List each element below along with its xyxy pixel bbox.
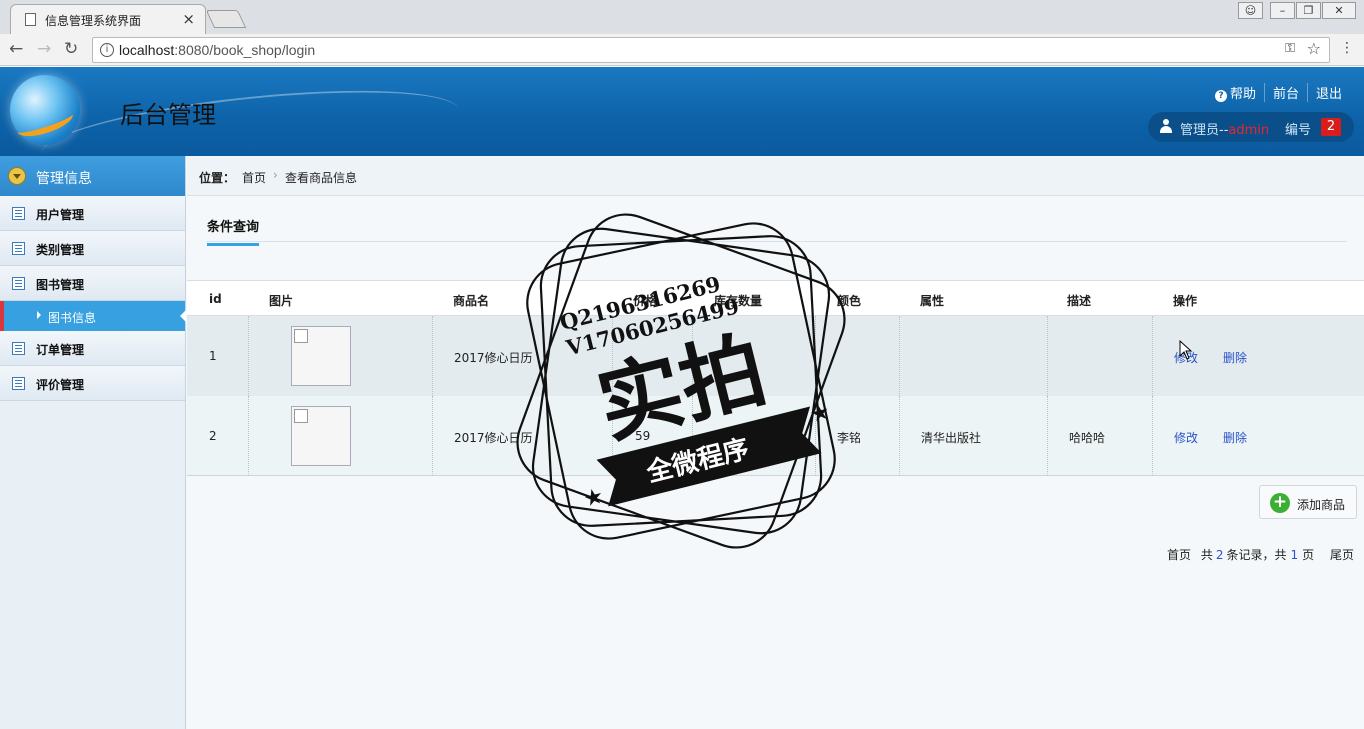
watermark-stamp: Q2196316269 V17060256499 实拍 全微程序 ★ ★ bbox=[516, 213, 846, 549]
user-role: 管理员--admin bbox=[1180, 123, 1270, 138]
list-icon bbox=[12, 207, 25, 220]
profile-icon[interactable]: ☺ bbox=[1238, 2, 1263, 19]
list-icon bbox=[12, 342, 25, 355]
user-info: 管理员--admin 编号 2 bbox=[1148, 112, 1354, 142]
number-label: 编号 bbox=[1285, 123, 1312, 138]
help-icon: ? bbox=[1214, 90, 1227, 102]
breadcrumb-current: 查看商品信息 bbox=[285, 171, 358, 185]
breadcrumb: 位置： 首页 › 查看商品信息 bbox=[187, 156, 1364, 196]
breadcrumb-home[interactable]: 首页 bbox=[242, 169, 266, 186]
logo-globe-icon bbox=[10, 75, 80, 145]
sidebar-item-users[interactable]: 用户管理 bbox=[0, 196, 185, 231]
breadcrumb-label: 位置： bbox=[199, 171, 236, 185]
list-icon bbox=[12, 242, 25, 255]
forward-icon[interactable]: → bbox=[37, 39, 51, 59]
col-actions: 操作 bbox=[1173, 294, 1198, 308]
new-tab-button[interactable] bbox=[205, 10, 247, 28]
sidebar-subitem-book-info[interactable]: 图书信息 bbox=[0, 301, 186, 331]
plus-icon: + bbox=[1270, 493, 1290, 513]
pages-suffix: 页 bbox=[1302, 548, 1315, 562]
info-icon[interactable]: i bbox=[100, 43, 114, 57]
key-icon[interactable]: ⚿ bbox=[1285, 41, 1295, 56]
reload-icon[interactable]: ↻ bbox=[64, 39, 78, 59]
sidebar-item-categories[interactable]: 类别管理 bbox=[0, 231, 185, 266]
col-name: 商品名 bbox=[453, 294, 490, 308]
total-pages: 1 bbox=[1290, 548, 1299, 562]
cell-attr: 清华出版社 bbox=[921, 431, 982, 445]
cell-id: 1 bbox=[209, 349, 217, 363]
sidebar-item-orders[interactable]: 订单管理 bbox=[0, 331, 185, 366]
cell-desc: 哈哈哈 bbox=[1069, 431, 1106, 445]
col-id: id bbox=[209, 292, 222, 306]
product-image bbox=[291, 326, 351, 386]
first-page-link[interactable]: 首页 bbox=[1167, 548, 1191, 562]
edit-link[interactable]: 修改 bbox=[1174, 429, 1198, 446]
sidebar-item-reviews[interactable]: 评价管理 bbox=[0, 366, 185, 401]
back-icon[interactable]: ← bbox=[9, 39, 23, 59]
pagination: 首页 共 2 条记录，共 1 页 尾页 bbox=[1161, 546, 1354, 563]
sidebar: 管理信息 用户管理 类别管理 图书管理 图书信息 订单管理 评价管理 bbox=[0, 156, 186, 729]
user-icon bbox=[1160, 119, 1172, 133]
list-icon bbox=[12, 277, 25, 290]
total-records: 2 bbox=[1215, 548, 1224, 562]
col-desc: 描述 bbox=[1067, 294, 1092, 308]
app-title: 后台管理 bbox=[120, 101, 216, 129]
browser-tab[interactable]: 信息管理系统界面 × bbox=[10, 4, 206, 34]
records-suffix: 条记录，共 bbox=[1226, 548, 1287, 562]
delete-link[interactable]: 删除 bbox=[1223, 429, 1247, 446]
tab-close-icon[interactable]: × bbox=[182, 10, 195, 28]
header-swoosh bbox=[37, 75, 463, 156]
cell-id: 2 bbox=[209, 429, 217, 443]
app-header: 后台管理 ? 帮助 前台 退出 管理员--admin 编号 2 bbox=[0, 67, 1364, 156]
delete-link[interactable]: 删除 bbox=[1223, 349, 1247, 366]
url-text: localhost:8080/book_shop/login bbox=[119, 42, 316, 58]
col-attr: 属性 bbox=[920, 294, 945, 308]
logout-link[interactable]: 退出 bbox=[1306, 83, 1350, 102]
frontend-link[interactable]: 前台 bbox=[1263, 83, 1307, 102]
url-input[interactable]: i localhost:8080/book_shop/login ⚿ ☆ bbox=[92, 37, 1330, 63]
browser-menu-icon[interactable]: ⋮ bbox=[1340, 40, 1354, 56]
address-bar-row: ← → ↻ i localhost:8080/book_shop/login ⚿… bbox=[0, 34, 1364, 66]
active-pointer bbox=[180, 310, 186, 322]
total-prefix: 共 bbox=[1200, 548, 1213, 562]
tab-title: 信息管理系统界面 bbox=[45, 14, 142, 28]
close-window-button[interactable]: ✕ bbox=[1322, 2, 1356, 19]
col-image: 图片 bbox=[269, 294, 294, 308]
caret-right-icon bbox=[37, 311, 41, 319]
browser-tabbar: 信息管理系统界面 × ☺ – ❐ ✕ bbox=[0, 0, 1364, 34]
last-page-link[interactable]: 尾页 bbox=[1330, 548, 1354, 562]
user-name: admin bbox=[1228, 123, 1270, 138]
minimize-button[interactable]: – bbox=[1270, 2, 1295, 19]
collapse-icon bbox=[8, 167, 26, 185]
add-product-button[interactable]: + 添加商品 bbox=[1259, 485, 1357, 519]
top-links: ? 帮助 前台 退出 bbox=[1207, 83, 1350, 102]
restore-button[interactable]: ❐ bbox=[1296, 2, 1321, 19]
sidebar-item-books[interactable]: 图书管理 bbox=[0, 266, 185, 301]
bookmark-star-icon[interactable]: ☆ bbox=[1307, 39, 1321, 58]
list-icon bbox=[12, 377, 25, 390]
product-image bbox=[291, 406, 351, 466]
number-badge: 2 bbox=[1321, 118, 1341, 136]
mouse-cursor-icon bbox=[1179, 340, 1193, 360]
sidebar-header[interactable]: 管理信息 bbox=[0, 156, 185, 196]
breadcrumb-separator: › bbox=[273, 168, 278, 182]
document-icon bbox=[25, 13, 36, 26]
tab-query[interactable]: 条件查询 bbox=[207, 216, 260, 246]
help-link[interactable]: ? 帮助 bbox=[1207, 83, 1264, 102]
